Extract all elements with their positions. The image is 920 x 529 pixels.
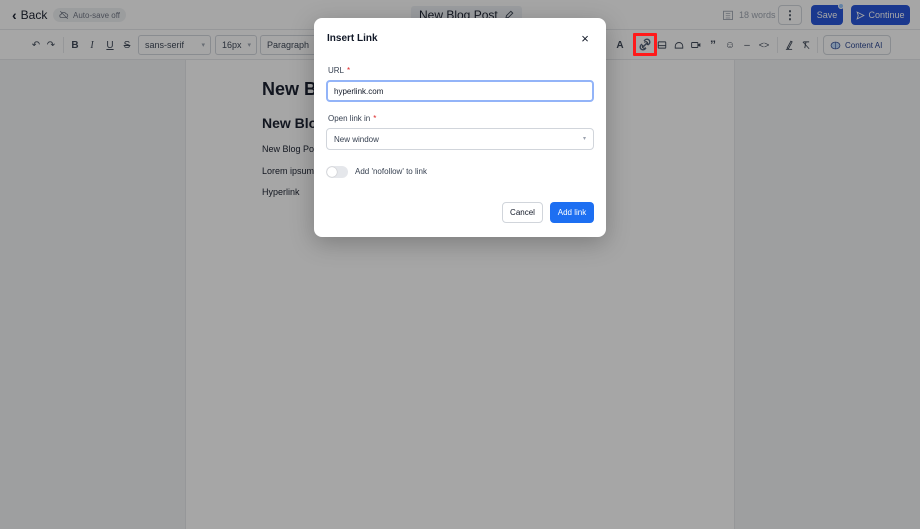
link-tool-highlight[interactable] xyxy=(633,33,657,56)
add-link-label: Add link xyxy=(557,208,587,217)
open-in-label-text: Open link in xyxy=(328,114,371,123)
cancel-label: Cancel xyxy=(510,208,535,217)
link-icon xyxy=(639,38,651,51)
nofollow-toggle[interactable] xyxy=(326,166,348,178)
insert-link-dialog: Insert Link × URL* Open link in* New win… xyxy=(314,18,606,237)
required-mark: * xyxy=(373,114,377,123)
url-label: URL * xyxy=(328,66,350,75)
url-label-text: URL xyxy=(328,66,345,75)
nofollow-label: Add 'nofollow' to link xyxy=(355,167,427,176)
open-in-label: Open link in * xyxy=(328,114,376,123)
dialog-title: Insert Link xyxy=(327,33,378,44)
cancel-button[interactable]: Cancel xyxy=(502,202,543,223)
toggle-knob xyxy=(327,167,337,177)
url-input[interactable] xyxy=(326,80,594,102)
close-icon[interactable]: × xyxy=(578,32,592,46)
add-link-button[interactable]: Add link xyxy=(550,202,594,223)
open-in-select[interactable]: New window ▾ xyxy=(326,128,594,150)
chevron-down-icon: ▾ xyxy=(582,136,586,142)
required-mark: * xyxy=(347,66,351,75)
open-in-value: New window xyxy=(334,134,379,144)
